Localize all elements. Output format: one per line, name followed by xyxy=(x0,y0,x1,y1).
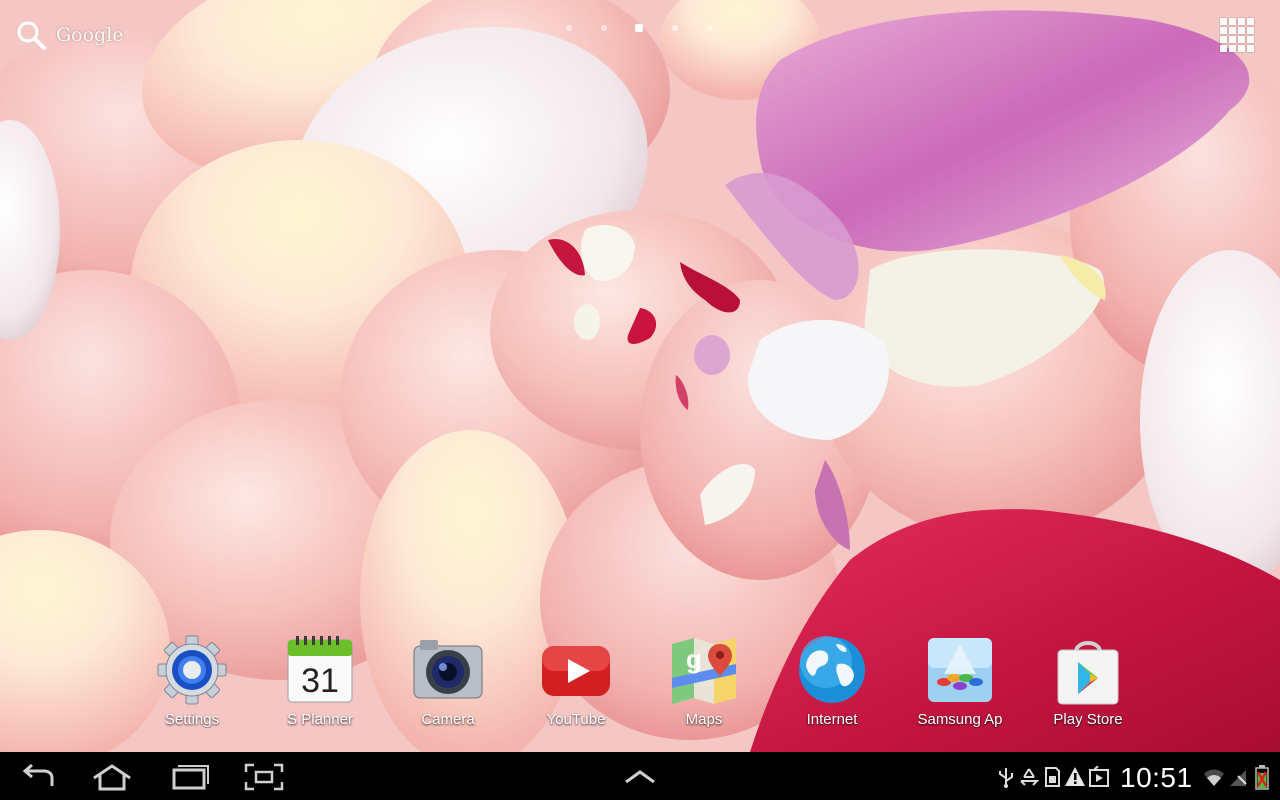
back-icon[interactable] xyxy=(16,762,64,792)
usb-icon xyxy=(999,768,1013,788)
dock-internet[interactable]: Internet xyxy=(770,634,894,728)
page-dot xyxy=(672,25,678,31)
search-icon xyxy=(17,21,46,50)
page-dot xyxy=(707,25,713,31)
recycle-icon xyxy=(1020,768,1040,786)
dock-youtube[interactable]: YouTube xyxy=(514,634,638,728)
dock-label: Maps xyxy=(685,711,723,728)
sd-card-icon xyxy=(1045,767,1060,787)
settings-gear-icon xyxy=(156,634,228,706)
home-icon[interactable] xyxy=(88,762,136,792)
system-navigation-bar: 10:51 xyxy=(0,752,1280,800)
dock-label: Internet xyxy=(806,711,858,728)
maps-icon: g xyxy=(668,634,740,706)
dock-maps[interactable]: g Maps xyxy=(642,634,766,728)
page-dot xyxy=(566,25,572,31)
apps-grid-icon[interactable] xyxy=(1218,16,1260,58)
play-icon xyxy=(1089,766,1109,787)
play-store-icon xyxy=(1052,634,1124,706)
dock-play-store[interactable]: Play Store xyxy=(1026,634,1150,728)
samsung-apps-icon xyxy=(924,634,996,706)
svg-text:g: g xyxy=(686,644,702,674)
dock-label: S Planner xyxy=(287,711,353,728)
clock: 10:51 xyxy=(1120,762,1193,793)
notification-panel-icon[interactable] xyxy=(616,762,664,792)
google-search-bar[interactable]: Google xyxy=(16,20,124,50)
signal-icon xyxy=(1230,770,1247,786)
page-dot xyxy=(601,25,607,31)
search-label: Google xyxy=(56,24,124,46)
warning-icon xyxy=(1065,767,1085,786)
page-dot-current xyxy=(635,24,643,32)
dock-settings[interactable]: Settings xyxy=(130,634,254,728)
dock-camera[interactable]: Camera xyxy=(386,634,510,728)
recent-apps-icon[interactable] xyxy=(164,762,212,792)
dock-label: Camera xyxy=(421,711,475,728)
dock-label: YouTube xyxy=(546,711,606,728)
globe-icon xyxy=(796,634,868,706)
calendar-date: 31 xyxy=(301,662,339,700)
wifi-icon xyxy=(1204,769,1224,786)
camera-icon xyxy=(412,634,484,706)
dock-label: Play Store xyxy=(1053,711,1123,728)
screenshot-icon[interactable] xyxy=(240,762,288,792)
dock-label: Settings xyxy=(164,711,220,728)
dock-label: Samsung Ap xyxy=(917,711,1003,728)
dock-s-planner[interactable]: 31 S Planner xyxy=(258,634,382,728)
battery-icon xyxy=(1255,765,1269,790)
page-indicator xyxy=(558,22,728,34)
youtube-icon xyxy=(540,634,612,706)
dock-samsung-apps[interactable]: Samsung Ap xyxy=(898,634,1022,728)
calendar-icon: 31 xyxy=(284,634,356,706)
